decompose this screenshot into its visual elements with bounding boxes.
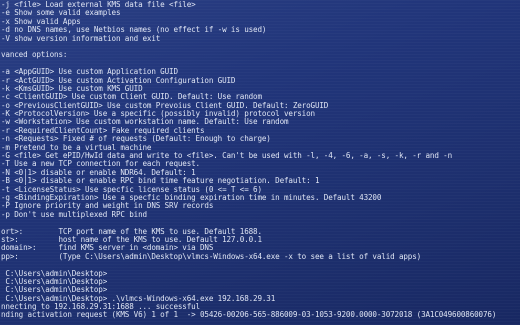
terminal-window[interactable]: -j <file> Load external KMS data file <f… xyxy=(0,0,520,325)
terminal-line: -a <AppGUID> Use custom Application GUID xyxy=(1,68,178,77)
terminal-line: -x Show valid Apps xyxy=(1,17,81,26)
terminal-line: C:\Users\admin\Desktop> .\vlmcs-Windows-… xyxy=(1,294,276,303)
terminal-line: ort>: TCP port name of the KMS to use. D… xyxy=(1,227,262,236)
terminal-line: -N <0|1> disable or enable NDR64. Defaul… xyxy=(1,168,196,177)
terminal-line: -m Pretend to be a virtual machine xyxy=(1,143,152,152)
terminal-line: -G <file> Get ePID/HwId data and write t… xyxy=(1,152,453,161)
terminal-line: -c <ClientGUID> Use custom Client GUID. … xyxy=(1,93,262,102)
terminal-line: -g <BindingExpiration> Use a specfic bin… xyxy=(1,193,382,202)
terminal-line: -B <0|1> disable or enable RPC bind time… xyxy=(1,177,320,186)
terminal-line: nding activation request (KMS V6) 1 of 1… xyxy=(1,311,497,320)
terminal-line: -k <KmsGUID> Use custom KMS GUID xyxy=(1,84,143,93)
terminal-line: -j <file> Load external KMS data file <f… xyxy=(1,1,196,9)
terminal-line: C:\Users\admin\Desktop> xyxy=(1,286,108,295)
terminal-line: -P Ignore priority and weight in DNS SRV… xyxy=(1,202,214,211)
terminal-line: pp>: (Type C:\Users\admin\Desktop\vlmcs-… xyxy=(1,252,422,261)
terminal-line: nnecting to 192.168.29.31:1688 ... succe… xyxy=(1,303,200,312)
terminal-output: -j <file> Load external KMS data file <f… xyxy=(0,1,520,320)
terminal-line: C:\Users\admin\Desktop> xyxy=(1,277,108,286)
terminal-line: C:\Users\admin\Desktop> xyxy=(1,269,108,278)
terminal-line: -t <LicenseStatus> Use specfic license s… xyxy=(1,185,262,194)
terminal-line: st>: host name of the KMS to use. Defaul… xyxy=(1,235,262,244)
terminal-line: domain>: find KMS server in <domain> via… xyxy=(1,244,214,253)
terminal-line: -p Don't use multiplexed RPC bind xyxy=(1,210,147,219)
terminal-line: -o <PreviousClientGUID> Use custom Prevo… xyxy=(1,101,329,110)
terminal-line: vanced options: xyxy=(1,51,68,60)
terminal-line: -K <ProtocolVersion> Use a specific (pos… xyxy=(1,110,315,119)
terminal-line: -d no DNS names, use Netbios names (no e… xyxy=(1,26,267,35)
terminal-line: -r <RequiredClientCount> Fake required c… xyxy=(1,126,205,135)
terminal-line: -w <Workstation> Use custom workstation … xyxy=(1,118,289,127)
terminal-line: -e Show some valid examples xyxy=(1,9,121,18)
terminal-line: -T Use a new TCP connection for each req… xyxy=(1,160,200,169)
terminal-line: -r <ActGUID> Use custom Activation Confi… xyxy=(1,76,236,85)
terminal-line: -V show version information and exit xyxy=(1,34,161,43)
terminal-line: -n <Requests> Fixed # of requests (Defau… xyxy=(1,135,271,144)
